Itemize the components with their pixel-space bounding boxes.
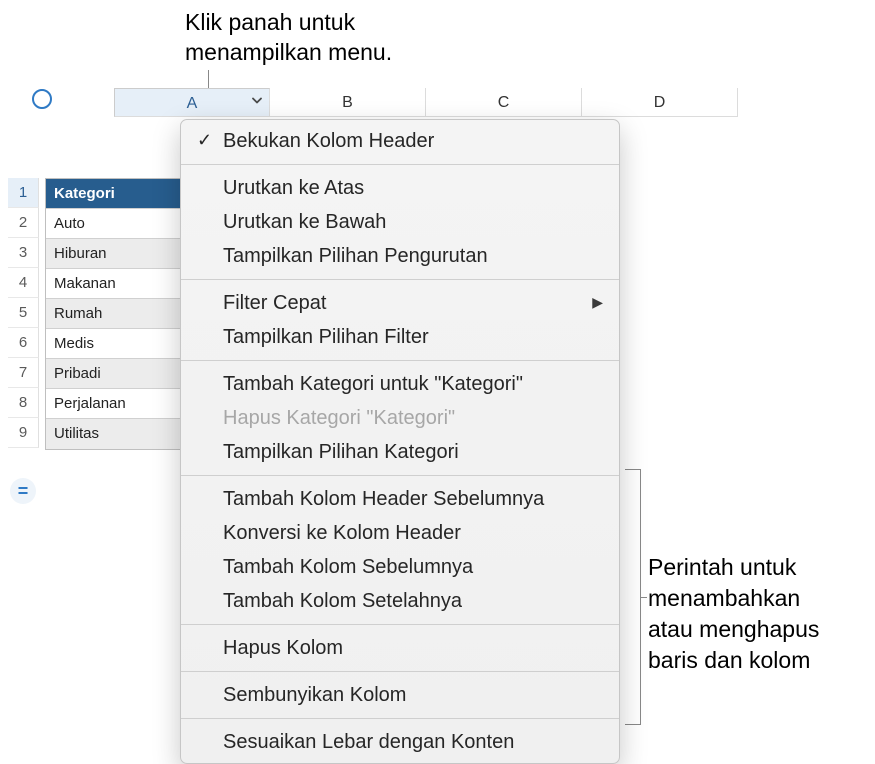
- checkmark-icon: ✓: [197, 128, 212, 153]
- menu-label: Tampilkan Pilihan Kategori: [223, 441, 459, 463]
- menu-separator: [181, 624, 619, 625]
- table-row[interactable]: Medis: [46, 329, 180, 359]
- col-header-c[interactable]: C: [426, 88, 582, 117]
- data-table: Kategori Auto Hiburan Makanan Rumah Medi…: [45, 178, 180, 450]
- row-header[interactable]: 5: [8, 298, 39, 328]
- menu-label: Konversi ke Kolom Header: [223, 522, 461, 544]
- table-row[interactable]: Utilitas: [46, 419, 180, 449]
- menu-convert-to-header-column[interactable]: Konversi ke Kolom Header: [181, 516, 619, 550]
- menu-label: Urutkan ke Atas: [223, 177, 364, 199]
- col-label: C: [498, 94, 510, 111]
- menu-remove-category: Hapus Kategori "Kategori": [181, 401, 619, 435]
- menu-sort-ascending[interactable]: Urutkan ke Atas: [181, 171, 619, 205]
- menu-label: Bekukan Kolom Header: [223, 130, 434, 152]
- menu-fit-width-to-content[interactable]: Sesuaikan Lebar dengan Konten: [181, 725, 619, 759]
- col-header-b[interactable]: B: [270, 88, 426, 117]
- row-header[interactable]: 2: [8, 208, 39, 238]
- menu-show-category-options[interactable]: Tampilkan Pilihan Kategori: [181, 435, 619, 469]
- table-handle-ring-icon[interactable]: [32, 89, 52, 109]
- column-context-menu: ✓ Bekukan Kolom Header Urutkan ke Atas U…: [180, 119, 620, 764]
- menu-label: Tampilkan Pilihan Pengurutan: [223, 245, 488, 267]
- row-header[interactable]: 7: [8, 358, 39, 388]
- submenu-arrow-icon: ▶: [592, 293, 603, 313]
- col-header-a[interactable]: A: [114, 88, 270, 117]
- callout-right: Perintah untuk menambahkan atau menghapu…: [648, 552, 819, 676]
- table-row[interactable]: Pribadi: [46, 359, 180, 389]
- row-headers: 1 2 3 4 5 6 7 8 9: [8, 178, 39, 450]
- menu-separator: [181, 671, 619, 672]
- menu-label: Hapus Kolom: [223, 637, 343, 659]
- menu-sort-descending[interactable]: Urutkan ke Bawah: [181, 205, 619, 239]
- chevron-down-icon[interactable]: [251, 88, 263, 117]
- row-header[interactable]: 6: [8, 328, 39, 358]
- col-header-d[interactable]: D: [582, 88, 738, 117]
- menu-separator: [181, 475, 619, 476]
- equals-icon[interactable]: =: [10, 478, 36, 504]
- col-label: D: [654, 94, 666, 111]
- menu-add-column-after[interactable]: Tambah Kolom Setelahnya: [181, 584, 619, 618]
- row-header[interactable]: 9: [8, 418, 39, 448]
- menu-label: Urutkan ke Bawah: [223, 211, 386, 233]
- menu-add-category[interactable]: Tambah Kategori untuk "Kategori": [181, 367, 619, 401]
- menu-label: Sesuaikan Lebar dengan Konten: [223, 731, 514, 753]
- callout-bracket-tail: [641, 597, 647, 598]
- menu-separator: [181, 360, 619, 361]
- table-row[interactable]: Auto: [46, 209, 180, 239]
- menu-add-header-column-before[interactable]: Tambah Kolom Header Sebelumnya: [181, 482, 619, 516]
- menu-label: Hapus Kategori "Kategori": [223, 407, 455, 429]
- menu-show-filter-options[interactable]: Tampilkan Pilihan Filter: [181, 320, 619, 354]
- table-row[interactable]: Makanan: [46, 269, 180, 299]
- callout-top: Klik panah untuk menampilkan menu.: [185, 8, 392, 68]
- menu-label: Tampilkan Pilihan Filter: [223, 326, 429, 348]
- menu-label: Tambah Kolom Setelahnya: [223, 590, 462, 612]
- menu-label: Tambah Kolom Header Sebelumnya: [223, 488, 544, 510]
- menu-delete-column[interactable]: Hapus Kolom: [181, 631, 619, 665]
- table-row[interactable]: Hiburan: [46, 239, 180, 269]
- row-header[interactable]: 1: [8, 178, 39, 208]
- menu-separator: [181, 718, 619, 719]
- table-row[interactable]: Rumah: [46, 299, 180, 329]
- callout-bracket-right: [625, 469, 641, 725]
- menu-add-column-before[interactable]: Tambah Kolom Sebelumnya: [181, 550, 619, 584]
- menu-label: Sembunyikan Kolom: [223, 684, 406, 706]
- table-header-cell[interactable]: Kategori: [46, 179, 180, 209]
- col-corner: [67, 88, 114, 117]
- menu-freeze-header-column[interactable]: ✓ Bekukan Kolom Header: [181, 124, 619, 158]
- table-row[interactable]: Perjalanan: [46, 389, 180, 419]
- menu-label: Tambah Kolom Sebelumnya: [223, 556, 473, 578]
- row-area: 1 2 3 4 5 6 7 8 9 Kategori Auto Hiburan …: [8, 178, 180, 450]
- col-label: B: [342, 94, 353, 111]
- menu-show-sort-options[interactable]: Tampilkan Pilihan Pengurutan: [181, 239, 619, 273]
- menu-quick-filter[interactable]: Filter Cepat ▶: [181, 286, 619, 320]
- row-header[interactable]: 8: [8, 388, 39, 418]
- row-header[interactable]: 3: [8, 238, 39, 268]
- menu-label: Filter Cepat: [223, 292, 326, 314]
- col-label: A: [187, 95, 198, 112]
- menu-separator: [181, 164, 619, 165]
- row-header[interactable]: 4: [8, 268, 39, 298]
- menu-hide-column[interactable]: Sembunyikan Kolom: [181, 678, 619, 712]
- menu-label: Tambah Kategori untuk "Kategori": [223, 373, 523, 395]
- menu-separator: [181, 279, 619, 280]
